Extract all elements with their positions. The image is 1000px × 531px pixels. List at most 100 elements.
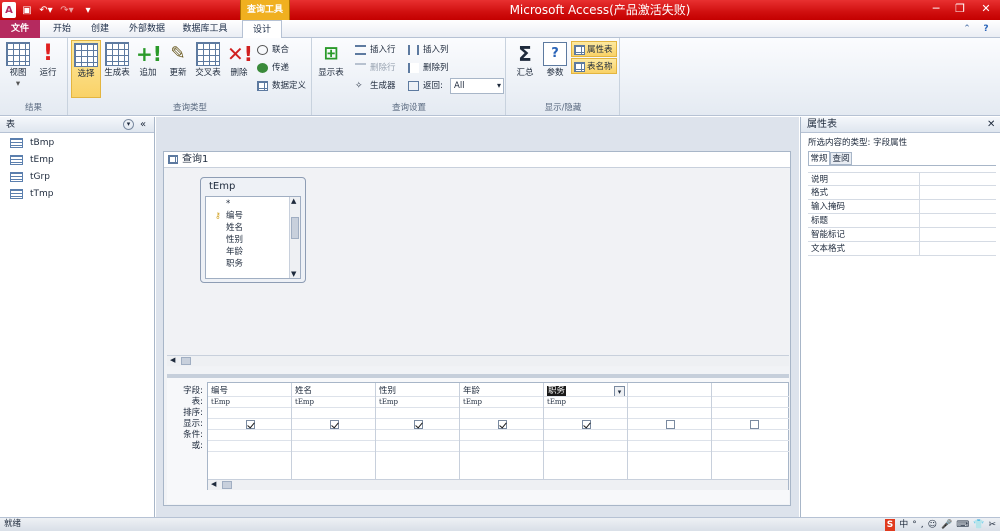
grid-field-cell[interactable]: 编号: [208, 386, 291, 397]
table-pane[interactable]: tEmp * ⚷ 编号 姓名 性别 年龄 职务 ▲ ▼ ◀: [167, 169, 789, 367]
chevron-down-icon[interactable]: ▾: [614, 386, 625, 396]
property-row-caption[interactable]: 标题: [808, 214, 996, 228]
tab-general[interactable]: 常规: [808, 151, 830, 165]
close-button[interactable]: ✕: [972, 0, 1000, 18]
grid-table-cell[interactable]: tEmp: [376, 397, 459, 408]
tab-external-data[interactable]: 外部数据: [124, 20, 170, 38]
return-select[interactable]: All ▾: [450, 78, 504, 94]
property-row-text-format[interactable]: 文本格式: [808, 242, 996, 256]
grid-sort-cell[interactable]: [292, 408, 375, 419]
scroll-left-icon[interactable]: ◀: [211, 480, 216, 488]
grid-table-cell[interactable]: tEmp: [460, 397, 543, 408]
grid-sort-cell[interactable]: [460, 408, 543, 419]
toolbox-icon[interactable]: ✂: [988, 519, 996, 531]
grid-column[interactable]: [628, 383, 712, 490]
grid-table-cell[interactable]: tEmp: [544, 397, 627, 408]
grid-field-cell[interactable]: 年龄: [460, 386, 543, 397]
grid-sort-cell[interactable]: [376, 408, 459, 419]
grid-table-cell[interactable]: tEmp: [208, 397, 291, 408]
field-item[interactable]: 姓名: [226, 222, 243, 234]
property-row-smart-tags[interactable]: 智能标记: [808, 228, 996, 242]
show-checkbox[interactable]: [582, 420, 591, 429]
show-checkbox[interactable]: [498, 420, 507, 429]
scroll-thumb[interactable]: [291, 217, 299, 239]
show-checkbox[interactable]: [330, 420, 339, 429]
nav-item-tbmp[interactable]: tBmp: [10, 135, 54, 151]
grid-column[interactable]: [712, 383, 789, 490]
nav-item-temp[interactable]: tEmp: [10, 152, 54, 168]
grid-or-cell[interactable]: [376, 441, 459, 452]
keyboard-icon[interactable]: ⌨: [956, 519, 969, 531]
grid-or-cell[interactable]: [544, 441, 627, 452]
tab-create[interactable]: 创建: [86, 20, 114, 38]
union-button[interactable]: 联合: [257, 42, 289, 58]
field-item[interactable]: 职务: [226, 258, 243, 270]
parameters-button[interactable]: ? 参数: [540, 40, 570, 96]
chevron-down-icon[interactable]: ▾: [123, 119, 134, 130]
grid-column[interactable]: 姓名 tEmp: [292, 383, 376, 490]
field-list-scrollbar[interactable]: ▲ ▼: [289, 197, 300, 278]
grid-field-cell[interactable]: [628, 386, 711, 397]
property-row-format[interactable]: 格式: [808, 186, 996, 200]
show-checkbox[interactable]: [666, 420, 675, 429]
scroll-thumb[interactable]: [222, 481, 232, 489]
nav-item-ttmp[interactable]: tTmp: [10, 186, 54, 202]
grid-sort-cell[interactable]: [544, 408, 627, 419]
grid-criteria-cell[interactable]: [460, 430, 543, 441]
field-item[interactable]: 编号: [226, 210, 243, 222]
emoji-icon[interactable]: ☺: [928, 519, 937, 531]
selected-field-text[interactable]: 职务: [547, 386, 567, 396]
sogou-logo-icon[interactable]: S: [884, 518, 896, 531]
scroll-thumb[interactable]: [181, 357, 191, 365]
tab-home[interactable]: 开始: [48, 20, 76, 38]
query-tab-title[interactable]: 查询1: [164, 152, 790, 168]
collapse-pane-icon[interactable]: «: [140, 117, 146, 133]
tab-database-tools[interactable]: 数据库工具: [176, 20, 234, 38]
grid-table-cell[interactable]: tEmp: [292, 397, 375, 408]
property-sheet-button[interactable]: 属性表: [571, 41, 617, 57]
show-checkbox[interactable]: [750, 420, 759, 429]
tab-file[interactable]: 文件: [0, 20, 40, 38]
grid-field-cell[interactable]: 性别: [376, 386, 459, 397]
delete-row-button[interactable]: 删除行: [355, 60, 396, 76]
table-field-list[interactable]: tEmp * ⚷ 编号 姓名 性别 年龄 职务 ▲ ▼: [200, 177, 306, 283]
grid-column[interactable]: 编号 tEmp: [208, 383, 292, 490]
save-icon[interactable]: ▣: [20, 2, 34, 18]
minimize-button[interactable]: ─: [924, 0, 948, 18]
scroll-left-icon[interactable]: ◀: [170, 356, 175, 364]
grid-column[interactable]: 职务 ▾ tEmp: [544, 383, 628, 490]
tab-lookup[interactable]: 查阅: [830, 152, 852, 165]
grid-field-cell[interactable]: [712, 386, 789, 397]
grid-field-cell[interactable]: 姓名: [292, 386, 375, 397]
table-pane-hscrollbar[interactable]: ◀: [167, 355, 789, 366]
grid-criteria-cell[interactable]: [628, 430, 711, 441]
show-checkbox[interactable]: [414, 420, 423, 429]
restore-button[interactable]: ❐: [948, 0, 972, 18]
grid-sort-cell[interactable]: [628, 408, 711, 419]
minimize-ribbon-icon[interactable]: ⌃: [960, 20, 974, 38]
run-button[interactable]: ! 运行: [33, 40, 63, 96]
field-item[interactable]: *: [226, 198, 230, 210]
pass-through-button[interactable]: 传递: [257, 60, 289, 76]
property-row-description[interactable]: 说明: [808, 172, 996, 187]
grid-or-cell[interactable]: [628, 441, 711, 452]
show-table-button[interactable]: ⊞ 显示表: [316, 40, 346, 96]
show-checkbox[interactable]: [246, 420, 255, 429]
close-icon[interactable]: ✕: [987, 117, 995, 133]
redo-icon[interactable]: ↷▾: [58, 2, 76, 18]
grid-table-cell[interactable]: [628, 397, 711, 408]
insert-column-button[interactable]: 插入列: [408, 42, 449, 58]
grid-criteria-cell[interactable]: [376, 430, 459, 441]
field-item[interactable]: 性别: [226, 234, 243, 246]
grid-table-cell[interactable]: [712, 397, 789, 408]
field-list-title[interactable]: tEmp: [201, 178, 305, 195]
grid-criteria-cell[interactable]: [208, 430, 291, 441]
data-definition-button[interactable]: 数据定义: [257, 78, 306, 94]
grid-or-cell[interactable]: [712, 441, 789, 452]
grid-criteria-cell[interactable]: [544, 430, 627, 441]
delete-column-button[interactable]: 删除列: [408, 60, 449, 76]
builder-button[interactable]: ✧ 生成器: [355, 78, 396, 94]
grid-or-cell[interactable]: [292, 441, 375, 452]
chinese-mode-icon[interactable]: 中: [899, 519, 908, 531]
grid-column[interactable]: 年龄 tEmp: [460, 383, 544, 490]
